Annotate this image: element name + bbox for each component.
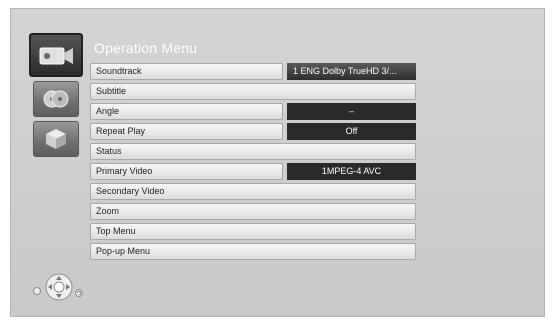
primary-video-value[interactable]: 1MPEG-4 AVC [287,163,416,180]
menu-row-top-menu[interactable]: Top Menu [90,223,418,240]
circle-icon [33,287,41,295]
soundtrack-button[interactable]: Soundtrack [90,63,283,80]
video-camera-icon [39,47,73,65]
menu-list: Soundtrack 1 ENG Dolby TrueHD 3/... Subt… [90,63,418,263]
status-button[interactable]: Status [90,143,416,160]
operation-menu-screen: Operation Menu Soundtrack 1 ENG Dolby Tr… [10,8,545,317]
menu-row-angle[interactable]: Angle – [90,103,418,120]
subtitle-button[interactable]: Subtitle [90,83,416,100]
side-tab-video[interactable] [29,33,83,77]
menu-row-repeat-play[interactable]: Repeat Play Off [90,123,418,140]
primary-video-button[interactable]: Primary Video [90,163,283,180]
repeat-play-button[interactable]: Repeat Play [90,123,283,140]
secondary-video-button[interactable]: Secondary Video [90,183,416,200]
angle-button[interactable]: Angle [90,103,283,120]
top-menu-button[interactable]: Top Menu [90,223,416,240]
menu-row-secondary-video[interactable]: Secondary Video [90,183,418,200]
return-icon [75,289,83,297]
dpad-icon [45,273,73,301]
side-icon-column [29,33,87,161]
side-tab-other[interactable] [33,121,79,157]
side-tab-disc[interactable] [33,81,79,117]
zoom-button[interactable]: Zoom [90,203,416,220]
menu-row-status[interactable]: Status [90,143,418,160]
menu-row-subtitle[interactable]: Subtitle [90,83,418,100]
page-title: Operation Menu [94,40,198,56]
angle-value[interactable]: – [287,103,416,120]
soundtrack-value[interactable]: 1 ENG Dolby TrueHD 3/... [287,63,416,80]
menu-row-primary-video[interactable]: Primary Video 1MPEG-4 AVC [90,163,418,180]
menu-row-popup-menu[interactable]: Pop-up Menu [90,243,418,260]
box-icon [46,129,66,149]
menu-row-zoom[interactable]: Zoom [90,203,418,220]
popup-menu-button[interactable]: Pop-up Menu [90,243,416,260]
repeat-play-value[interactable]: Off [287,123,416,140]
remote-hint [31,271,91,301]
disc-icon [43,90,69,108]
menu-row-soundtrack[interactable]: Soundtrack 1 ENG Dolby TrueHD 3/... [90,63,418,80]
